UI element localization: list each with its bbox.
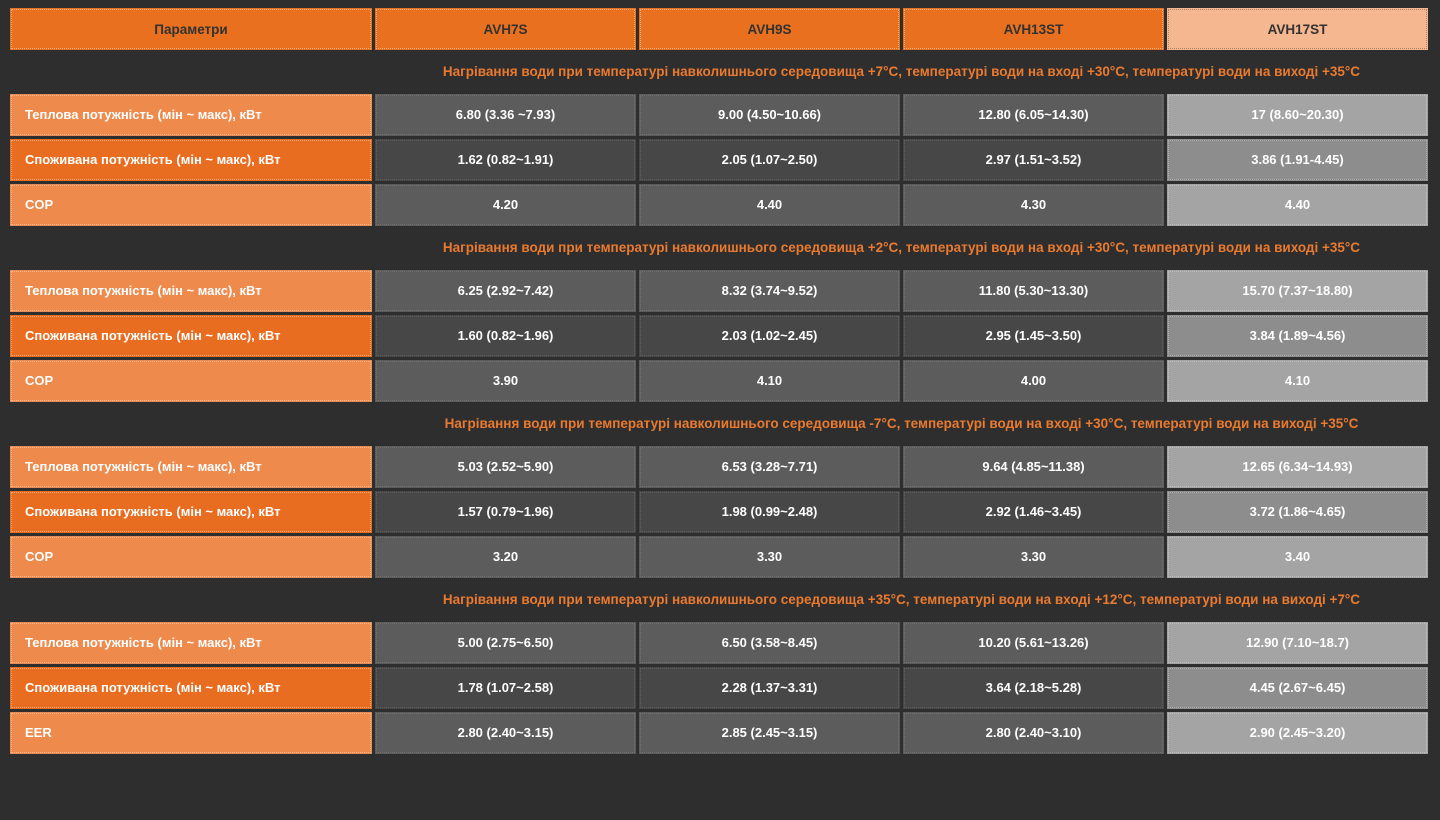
value-cell: 6.53 (3.28~7.71) bbox=[639, 446, 900, 488]
section-title-spacer bbox=[10, 405, 372, 443]
value-cell: 3.86 (1.91-4.45) bbox=[1167, 139, 1428, 181]
row-label: EER bbox=[10, 712, 372, 754]
row-label: Теплова потужність (мін ~ макс), кВт bbox=[10, 446, 372, 488]
value-cell: 4.10 bbox=[639, 360, 900, 402]
value-cell: 1.57 (0.79~1.96) bbox=[375, 491, 636, 533]
section-title: Нагрівання води при температурі навколиш… bbox=[375, 229, 1428, 267]
row-label: Споживана потужність (мін ~ макс), кВт bbox=[10, 491, 372, 533]
value-cell: 3.90 bbox=[375, 360, 636, 402]
section-title-row: Нагрівання води при температурі навколиш… bbox=[10, 405, 1428, 443]
header-row: Параметри AVH7S AVH9S AVH13ST AVH17ST bbox=[10, 8, 1428, 50]
column-header-parameters: Параметри bbox=[10, 8, 372, 50]
value-cell: 9.00 (4.50~10.66) bbox=[639, 94, 900, 136]
value-cell: 12.65 (6.34~14.93) bbox=[1167, 446, 1428, 488]
value-cell: 4.40 bbox=[1167, 184, 1428, 226]
value-cell: 1.62 (0.82~1.91) bbox=[375, 139, 636, 181]
value-cell: 17 (8.60~20.30) bbox=[1167, 94, 1428, 136]
value-cell: 2.05 (1.07~2.50) bbox=[639, 139, 900, 181]
value-cell: 2.90 (2.45~3.20) bbox=[1167, 712, 1428, 754]
column-header-avh17st: AVH17ST bbox=[1167, 8, 1428, 50]
value-cell: 4.20 bbox=[375, 184, 636, 226]
row-label: Теплова потужність (мін ~ макс), кВт bbox=[10, 270, 372, 312]
section-title: Нагрівання води при температурі навколиш… bbox=[375, 581, 1428, 619]
section-title: Нагрівання води при температурі навколиш… bbox=[375, 53, 1428, 91]
section-title-spacer bbox=[10, 53, 372, 91]
row-label: Споживана потужність (мін ~ макс), кВт bbox=[10, 315, 372, 357]
value-cell: 4.00 bbox=[903, 360, 1164, 402]
value-cell: 1.78 (1.07~2.58) bbox=[375, 667, 636, 709]
value-cell: 4.45 (2.67~6.45) bbox=[1167, 667, 1428, 709]
value-cell: 10.20 (5.61~13.26) bbox=[903, 622, 1164, 664]
row-label: COP bbox=[10, 360, 372, 402]
table-row: Теплова потужність (мін ~ макс), кВт6.80… bbox=[10, 94, 1428, 136]
row-label: Споживана потужність (мін ~ макс), кВт bbox=[10, 667, 372, 709]
value-cell: 6.50 (3.58~8.45) bbox=[639, 622, 900, 664]
column-header-avh9s: AVH9S bbox=[639, 8, 900, 50]
value-cell: 3.64 (2.18~5.28) bbox=[903, 667, 1164, 709]
section-title-row: Нагрівання води при температурі навколиш… bbox=[10, 229, 1428, 267]
table-row: Теплова потужність (мін ~ макс), кВт5.03… bbox=[10, 446, 1428, 488]
value-cell: 5.00 (2.75~6.50) bbox=[375, 622, 636, 664]
value-cell: 2.28 (1.37~3.31) bbox=[639, 667, 900, 709]
table-row: Теплова потужність (мін ~ макс), кВт5.00… bbox=[10, 622, 1428, 664]
column-header-avh13st: AVH13ST bbox=[903, 8, 1164, 50]
value-cell: 4.10 bbox=[1167, 360, 1428, 402]
table-row: COP3.904.104.004.10 bbox=[10, 360, 1428, 402]
specs-table: Параметри AVH7S AVH9S AVH13ST AVH17ST На… bbox=[7, 5, 1431, 757]
value-cell: 3.30 bbox=[903, 536, 1164, 578]
value-cell: 4.30 bbox=[903, 184, 1164, 226]
value-cell: 8.32 (3.74~9.52) bbox=[639, 270, 900, 312]
value-cell: 2.97 (1.51~3.52) bbox=[903, 139, 1164, 181]
section-title-spacer bbox=[10, 229, 372, 267]
value-cell: 4.40 bbox=[639, 184, 900, 226]
value-cell: 15.70 (7.37~18.80) bbox=[1167, 270, 1428, 312]
section-title-spacer bbox=[10, 581, 372, 619]
table-row: Споживана потужність (мін ~ макс), кВт1.… bbox=[10, 491, 1428, 533]
value-cell: 2.80 (2.40~3.15) bbox=[375, 712, 636, 754]
section-title-row: Нагрівання води при температурі навколиш… bbox=[10, 53, 1428, 91]
row-label: Теплова потужність (мін ~ макс), кВт bbox=[10, 94, 372, 136]
table-body: Нагрівання води при температурі навколиш… bbox=[10, 53, 1428, 754]
row-label: Теплова потужність (мін ~ макс), кВт bbox=[10, 622, 372, 664]
value-cell: 9.64 (4.85~11.38) bbox=[903, 446, 1164, 488]
value-cell: 12.90 (7.10~18.7) bbox=[1167, 622, 1428, 664]
row-label: COP bbox=[10, 184, 372, 226]
section-title-row: Нагрівання води при температурі навколиш… bbox=[10, 581, 1428, 619]
value-cell: 3.20 bbox=[375, 536, 636, 578]
column-header-avh7s: AVH7S bbox=[375, 8, 636, 50]
value-cell: 2.95 (1.45~3.50) bbox=[903, 315, 1164, 357]
table-row: COP3.203.303.303.40 bbox=[10, 536, 1428, 578]
value-cell: 6.80 (3.36 ~7.93) bbox=[375, 94, 636, 136]
row-label: COP bbox=[10, 536, 372, 578]
value-cell: 1.98 (0.99~2.48) bbox=[639, 491, 900, 533]
value-cell: 2.03 (1.02~2.45) bbox=[639, 315, 900, 357]
value-cell: 5.03 (2.52~5.90) bbox=[375, 446, 636, 488]
value-cell: 1.60 (0.82~1.96) bbox=[375, 315, 636, 357]
row-label: Споживана потужність (мін ~ макс), кВт bbox=[10, 139, 372, 181]
section-title: Нагрівання води при температурі навколиш… bbox=[375, 405, 1428, 443]
table-row: Споживана потужність (мін ~ макс), кВт1.… bbox=[10, 315, 1428, 357]
table-row: Споживана потужність (мін ~ макс), кВт1.… bbox=[10, 139, 1428, 181]
value-cell: 3.84 (1.89~4.56) bbox=[1167, 315, 1428, 357]
value-cell: 3.72 (1.86~4.65) bbox=[1167, 491, 1428, 533]
value-cell: 12.80 (6.05~14.30) bbox=[903, 94, 1164, 136]
value-cell: 2.92 (1.46~3.45) bbox=[903, 491, 1164, 533]
table-row: Споживана потужність (мін ~ макс), кВт1.… bbox=[10, 667, 1428, 709]
table-row: EER2.80 (2.40~3.15)2.85 (2.45~3.15)2.80 … bbox=[10, 712, 1428, 754]
value-cell: 2.85 (2.45~3.15) bbox=[639, 712, 900, 754]
value-cell: 3.40 bbox=[1167, 536, 1428, 578]
table-row: COP4.204.404.304.40 bbox=[10, 184, 1428, 226]
value-cell: 3.30 bbox=[639, 536, 900, 578]
value-cell: 6.25 (2.92~7.42) bbox=[375, 270, 636, 312]
value-cell: 11.80 (5.30~13.30) bbox=[903, 270, 1164, 312]
value-cell: 2.80 (2.40~3.10) bbox=[903, 712, 1164, 754]
table-row: Теплова потужність (мін ~ макс), кВт6.25… bbox=[10, 270, 1428, 312]
